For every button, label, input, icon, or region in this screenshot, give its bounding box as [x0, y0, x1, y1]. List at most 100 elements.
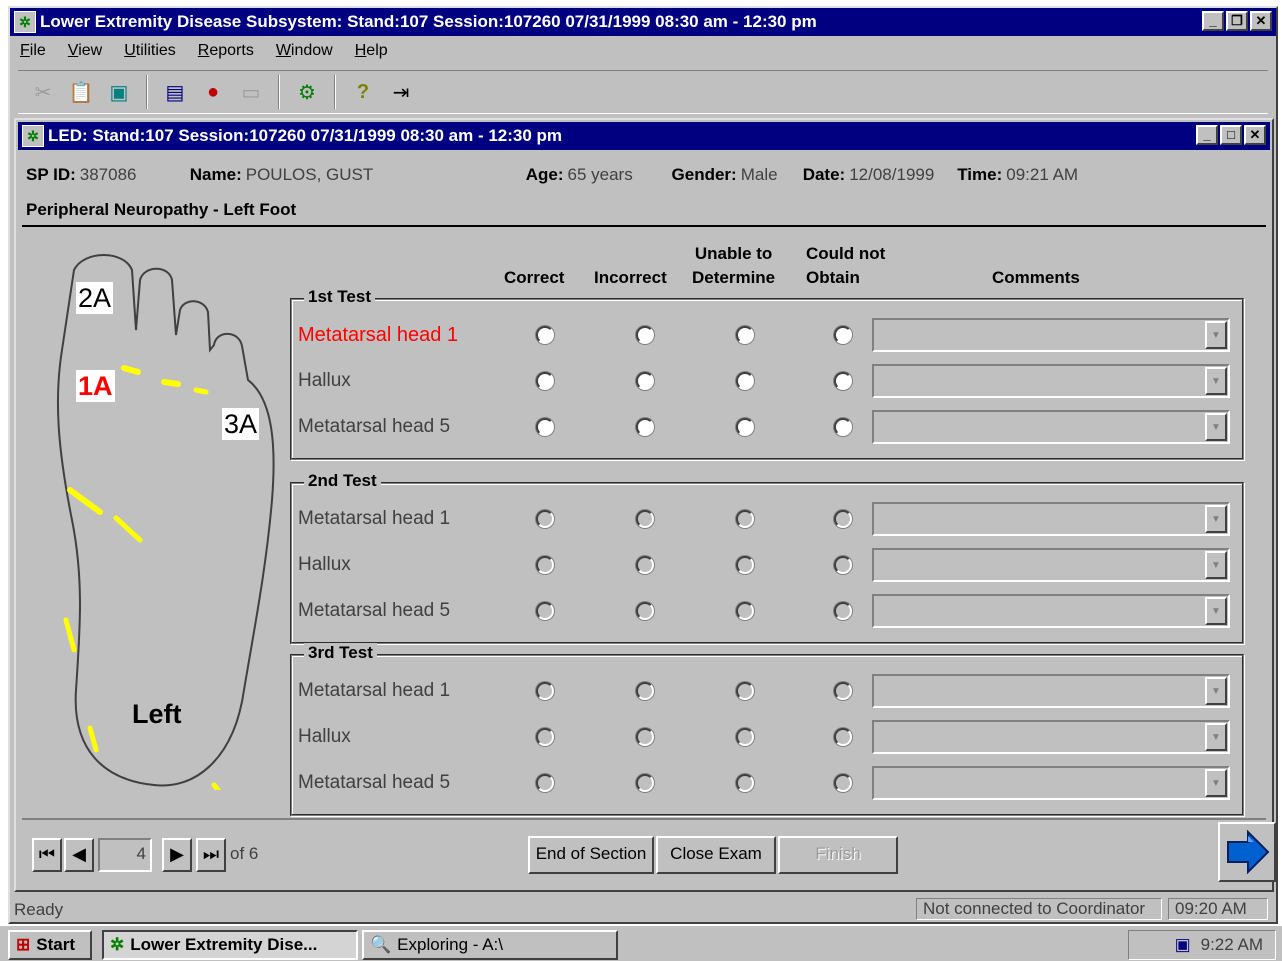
- correct-radio[interactable]: [536, 326, 554, 344]
- task-exploring[interactable]: 🔍 Exploring - A:\: [362, 930, 618, 960]
- clipboard-icon[interactable]: 📋: [64, 75, 98, 109]
- incorrect-radio[interactable]: [636, 326, 654, 344]
- first-page-icon[interactable]: ⏮: [32, 838, 62, 872]
- restore-icon[interactable]: ❐: [1226, 11, 1248, 31]
- unable-radio[interactable]: [736, 728, 754, 746]
- prev-page-icon[interactable]: ◀: [64, 838, 94, 872]
- incorrect-radio[interactable]: [636, 418, 654, 436]
- could-not-radio[interactable]: [834, 728, 852, 746]
- network-tray-icon[interactable]: ▣: [1175, 935, 1191, 955]
- print-icon[interactable]: ▭: [234, 75, 268, 109]
- minimize-icon[interactable]: _: [1196, 125, 1218, 145]
- chevron-down-icon[interactable]: ▼: [1205, 321, 1227, 349]
- incorrect-radio[interactable]: [636, 372, 654, 390]
- last-page-icon[interactable]: ⏭: [196, 838, 226, 872]
- minimize-icon[interactable]: _: [1202, 11, 1224, 31]
- test-row: Hallux ▼: [292, 544, 1242, 586]
- menu-window[interactable]: Window: [274, 40, 335, 66]
- incorrect-radio[interactable]: [636, 728, 654, 746]
- comments-dropdown[interactable]: ▼: [872, 674, 1230, 708]
- correct-radio[interactable]: [536, 372, 554, 390]
- menu-help[interactable]: Help: [353, 40, 390, 66]
- could-not-radio[interactable]: [834, 602, 852, 620]
- network-icon[interactable]: ⚙: [290, 75, 324, 109]
- exam-window: ✲ LED: Stand:107 Session:107260 07/31/19…: [14, 118, 1276, 892]
- close-icon[interactable]: ✕: [1250, 11, 1272, 31]
- comments-dropdown[interactable]: ▼: [872, 318, 1230, 352]
- correct-radio[interactable]: [536, 418, 554, 436]
- correct-radio[interactable]: [536, 682, 554, 700]
- could-not-radio[interactable]: [834, 326, 852, 344]
- chevron-down-icon[interactable]: ▼: [1205, 551, 1227, 579]
- incorrect-radio[interactable]: [636, 510, 654, 528]
- correct-radio[interactable]: [536, 602, 554, 620]
- chevron-down-icon[interactable]: ▼: [1205, 769, 1227, 797]
- maximize-icon[interactable]: □: [1220, 125, 1242, 145]
- could-not-radio[interactable]: [834, 510, 852, 528]
- menu-utilities[interactable]: Utilities: [122, 40, 178, 66]
- exit-icon[interactable]: ⇥: [384, 75, 418, 109]
- close-icon[interactable]: ✕: [1244, 125, 1266, 145]
- stop-icon[interactable]: ●: [196, 75, 230, 109]
- could-not-radio[interactable]: [834, 774, 852, 792]
- chevron-down-icon[interactable]: ▼: [1205, 367, 1227, 395]
- cut-icon[interactable]: ✂: [26, 75, 60, 109]
- unable-radio[interactable]: [736, 602, 754, 620]
- incorrect-radio[interactable]: [636, 602, 654, 620]
- chevron-down-icon[interactable]: ▼: [1205, 677, 1227, 705]
- incorrect-radio[interactable]: [636, 774, 654, 792]
- site-label: Hallux: [298, 726, 351, 747]
- comments-dropdown[interactable]: ▼: [872, 548, 1230, 582]
- gender-value: Male: [740, 165, 778, 184]
- next-page-icon[interactable]: ▶: [162, 838, 192, 872]
- chevron-down-icon[interactable]: ▼: [1205, 597, 1227, 625]
- comments-dropdown[interactable]: ▼: [872, 594, 1230, 628]
- unable-radio[interactable]: [736, 372, 754, 390]
- menu-view[interactable]: View: [66, 40, 104, 66]
- could-not-radio[interactable]: [834, 372, 852, 390]
- finish-button[interactable]: Finish: [778, 836, 898, 874]
- unable-radio[interactable]: [736, 510, 754, 528]
- comments-dropdown[interactable]: ▼: [872, 364, 1230, 398]
- page-number-field[interactable]: 4: [98, 838, 152, 872]
- unable-radio[interactable]: [736, 418, 754, 436]
- menu-file[interactable]: File: [18, 40, 48, 66]
- chevron-down-icon[interactable]: ▼: [1205, 723, 1227, 751]
- end-of-section-button[interactable]: End of Section: [528, 836, 654, 874]
- outer-title-bar[interactable]: ✲ Lower Extremity Disease Subsystem: Sta…: [10, 8, 1276, 36]
- task-lower-extremity[interactable]: ✲ Lower Extremity Dise...: [102, 930, 358, 960]
- start-button[interactable]: ⊞ Start: [8, 930, 92, 960]
- comments-dropdown[interactable]: ▼: [872, 720, 1230, 754]
- exam-title-bar[interactable]: ✲ LED: Stand:107 Session:107260 07/31/19…: [18, 122, 1270, 150]
- next-section-button[interactable]: [1218, 822, 1276, 882]
- close-exam-button[interactable]: Close Exam: [656, 836, 776, 874]
- correct-radio[interactable]: [536, 556, 554, 574]
- could-not-radio[interactable]: [834, 682, 852, 700]
- unable-radio[interactable]: [736, 774, 754, 792]
- unable-radio[interactable]: [736, 556, 754, 574]
- incorrect-radio[interactable]: [636, 556, 654, 574]
- comments-dropdown[interactable]: ▼: [872, 502, 1230, 536]
- incorrect-radio[interactable]: [636, 682, 654, 700]
- chevron-down-icon[interactable]: ▼: [1205, 413, 1227, 441]
- chevron-down-icon[interactable]: ▼: [1205, 505, 1227, 533]
- paste-icon[interactable]: ▣: [102, 75, 136, 109]
- help-icon[interactable]: ?: [346, 75, 380, 109]
- test-row: Hallux ▼: [292, 360, 1242, 402]
- correct-radio[interactable]: [536, 774, 554, 792]
- correct-radio[interactable]: [536, 728, 554, 746]
- comments-dropdown[interactable]: ▼: [872, 410, 1230, 444]
- test-group-1: 1st Test Metatarsal head 1 ▼ Hallux ▼ Metatar…: [290, 287, 1244, 460]
- task-label: Lower Extremity Dise...: [130, 935, 318, 954]
- comments-dropdown[interactable]: ▼: [872, 766, 1230, 800]
- correct-radio[interactable]: [536, 510, 554, 528]
- unable-radio[interactable]: [736, 682, 754, 700]
- could-not-radio[interactable]: [834, 418, 852, 436]
- unable-radio[interactable]: [736, 326, 754, 344]
- test-group-2: 2nd Test Metatarsal head 1 ▼ Hallux ▼ Metatar…: [290, 471, 1244, 644]
- form-icon[interactable]: ▤: [158, 75, 192, 109]
- status-text: Ready: [14, 900, 64, 919]
- menu-reports[interactable]: Reports: [196, 40, 256, 66]
- could-not-radio[interactable]: [834, 556, 852, 574]
- date-value: 12/08/1999: [849, 165, 935, 184]
